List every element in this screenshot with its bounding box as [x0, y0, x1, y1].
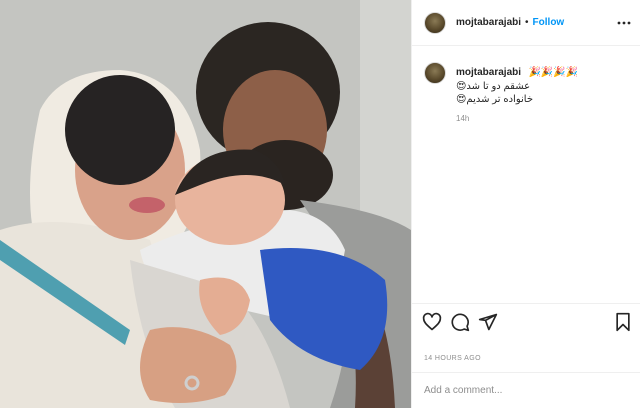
post-caption: mojtabarajabi 🎉🎉🎉🎉 عشقم دو تا شد😍 خانواد…	[424, 62, 629, 123]
action-bar	[412, 303, 640, 339]
post-side-panel: mojtabarajabi • Follow mojtabarajabi 🎉🎉🎉…	[411, 0, 640, 408]
comment-icon[interactable]	[450, 312, 470, 332]
post-photo[interactable]	[0, 0, 411, 408]
comment-bar	[412, 372, 640, 408]
post-header: mojtabarajabi • Follow	[412, 0, 640, 46]
caption-username[interactable]: mojtabarajabi	[456, 67, 521, 78]
post-age[interactable]: 14 HOURS AGO	[424, 355, 481, 362]
caption-line-1: عشقم دو تا شد😍	[456, 81, 531, 92]
avatar[interactable]	[424, 11, 446, 34]
heart-icon[interactable]	[422, 312, 442, 332]
bookmark-icon[interactable]	[613, 312, 633, 332]
caption-body: mojtabarajabi 🎉🎉🎉🎉 عشقم دو تا شد😍 خانواد…	[456, 62, 578, 123]
more-options-icon[interactable]	[617, 16, 631, 30]
caption-avatar[interactable]	[424, 62, 446, 84]
share-icon[interactable]	[478, 312, 498, 332]
header-username[interactable]: mojtabarajabi	[456, 17, 521, 28]
follow-button[interactable]: Follow	[533, 17, 565, 28]
caption-line-2: خانواده تر شدیم😍	[456, 94, 533, 105]
caption-timestamp[interactable]: 14h	[456, 114, 578, 123]
caption-emojis: 🎉🎉🎉🎉	[528, 67, 579, 78]
family-photo-illustration	[0, 0, 411, 408]
comment-input[interactable]	[424, 385, 624, 396]
header-separator: •	[525, 17, 529, 28]
caption-row: mojtabarajabi 🎉🎉🎉🎉 عشقم دو تا شد😍 خانواد…	[424, 62, 629, 123]
